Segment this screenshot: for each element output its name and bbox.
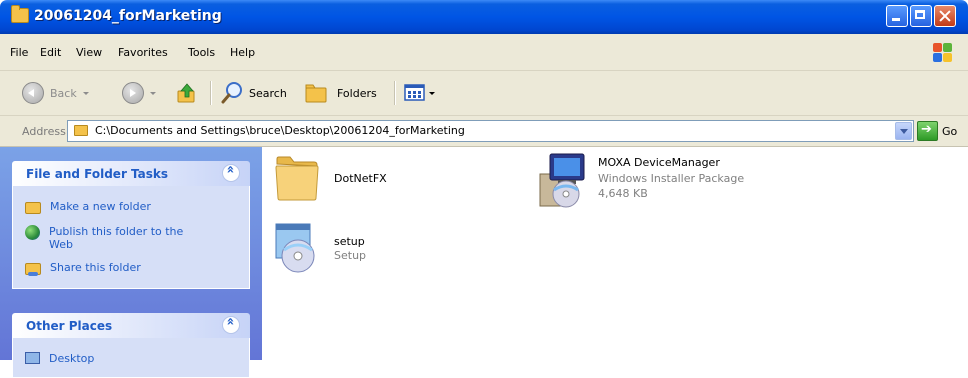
- folders-label: Folders: [337, 86, 377, 100]
- title-bar[interactable]: 20061204_forMarketing: [0, 0, 968, 34]
- menu-bar: File Edit View Favorites Tools Help: [0, 34, 968, 71]
- menu-edit[interactable]: Edit: [40, 46, 61, 59]
- folder-icon: [74, 125, 88, 136]
- file-item-setup[interactable]: setup Setup: [272, 220, 432, 280]
- other-places-header[interactable]: Other Places: [12, 313, 250, 338]
- address-bar: Address C:\Documents and Settings\bruce\…: [0, 116, 968, 147]
- new-folder-icon: [25, 202, 41, 214]
- menu-tools[interactable]: Tools: [188, 46, 215, 59]
- file-size: 4,648 KB: [598, 187, 648, 200]
- folder-icon: [275, 156, 319, 201]
- folders-icon: [305, 84, 327, 103]
- menu-file[interactable]: File: [10, 46, 28, 59]
- task-publish-web[interactable]: Publish this folder to the Web: [25, 225, 225, 251]
- file-name: MOXA DeviceManager: [598, 156, 720, 169]
- globe-icon: [25, 225, 40, 240]
- collapse-icon[interactable]: [222, 316, 240, 334]
- toolbar-separator: [210, 81, 212, 105]
- toolbar: Back Search Folders: [0, 71, 968, 116]
- back-arrow-icon: [22, 82, 44, 104]
- task-pane: File and Folder Tasks Make a new folder …: [0, 147, 262, 378]
- panel-title: File and Folder Tasks: [26, 167, 169, 181]
- panel-title: Other Places: [26, 319, 113, 333]
- search-icon: [221, 82, 242, 104]
- desktop-icon: [25, 352, 40, 364]
- window-title: 20061204_forMarketing: [34, 8, 222, 24]
- task-label: Share this folder: [50, 261, 141, 274]
- menu-view[interactable]: View: [76, 46, 102, 59]
- back-dropdown-icon[interactable]: [82, 91, 89, 95]
- windows-logo-icon: [933, 43, 953, 63]
- views-icon: [404, 84, 425, 101]
- file-item-dotnetfx[interactable]: DotNetFX: [274, 152, 454, 210]
- file-folder-tasks-panel: Make a new folder Publish this folder to…: [12, 186, 250, 289]
- search-button[interactable]: Search: [220, 81, 287, 105]
- views-dropdown-icon[interactable]: [429, 91, 435, 95]
- forward-dropdown-icon[interactable]: [150, 91, 156, 95]
- file-type: Setup: [334, 249, 367, 262]
- task-share-folder[interactable]: Share this folder: [25, 261, 141, 276]
- file-item-moxa[interactable]: MOXA DeviceManager Windows Installer Pac…: [536, 152, 796, 212]
- task-make-new-folder[interactable]: Make a new folder: [25, 200, 151, 214]
- close-icon: [935, 6, 955, 26]
- close-button[interactable]: [934, 5, 956, 27]
- place-label: Desktop: [49, 352, 95, 365]
- go-arrow-icon[interactable]: [917, 121, 938, 141]
- minimize-button[interactable]: [886, 5, 908, 27]
- go-button[interactable]: Go: [942, 125, 957, 138]
- address-label: Address: [22, 125, 66, 138]
- toolbar-separator: [394, 81, 396, 105]
- forward-button[interactable]: [122, 81, 156, 105]
- search-label: Search: [249, 86, 287, 100]
- up-folder-icon: [177, 83, 195, 103]
- place-desktop[interactable]: Desktop: [25, 352, 94, 365]
- collapse-icon[interactable]: [222, 164, 240, 182]
- back-button[interactable]: Back: [22, 81, 89, 105]
- other-places-panel: Desktop: [12, 338, 250, 378]
- address-path: C:\Documents and Settings\bruce\Desktop\…: [95, 124, 465, 137]
- folder-icon: [11, 5, 29, 23]
- task-label: Make a new folder: [50, 200, 151, 213]
- setup-icon: [275, 223, 315, 273]
- minimize-icon: [887, 6, 907, 26]
- task-label: Publish this folder to the Web: [49, 225, 184, 251]
- views-button[interactable]: [404, 81, 435, 105]
- menu-favorites[interactable]: Favorites: [118, 46, 168, 59]
- file-name: setup: [334, 235, 365, 248]
- installer-package-icon: [539, 153, 585, 208]
- file-folder-tasks-header[interactable]: File and Folder Tasks: [12, 161, 250, 186]
- forward-arrow-icon: [122, 82, 144, 104]
- file-name: DotNetFX: [334, 172, 387, 185]
- back-label: Back: [50, 86, 77, 100]
- folders-button[interactable]: Folders: [304, 81, 377, 105]
- menu-help[interactable]: Help: [230, 46, 255, 59]
- maximize-icon: [911, 6, 931, 26]
- up-button[interactable]: [176, 81, 198, 105]
- maximize-button[interactable]: [910, 5, 932, 27]
- file-type: Windows Installer Package: [598, 172, 745, 185]
- address-dropdown-button[interactable]: [895, 122, 912, 140]
- share-folder-icon: [25, 263, 41, 276]
- address-input[interactable]: C:\Documents and Settings\bruce\Desktop\…: [67, 120, 914, 142]
